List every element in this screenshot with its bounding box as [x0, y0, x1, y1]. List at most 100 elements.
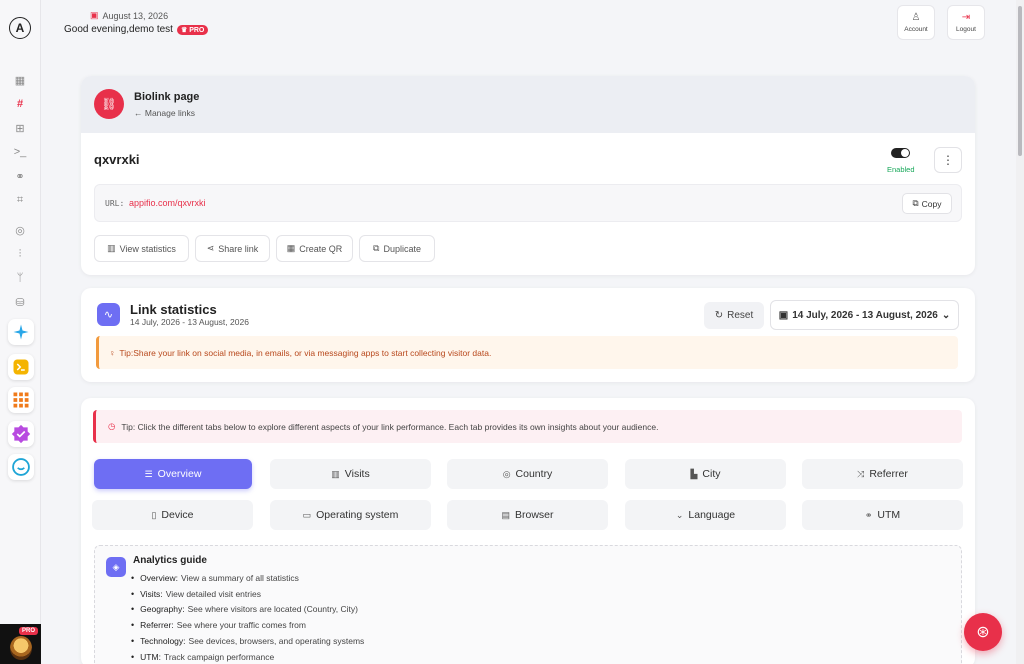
guide-text: View detailed visit entries	[165, 588, 261, 599]
tab-language[interactable]: ⌄ Language	[625, 500, 786, 530]
tab-label: Device	[161, 509, 194, 521]
enabled-toggle[interactable]	[891, 148, 910, 158]
sliders-icon[interactable]: ⫶	[8, 244, 32, 264]
hashtag-icon[interactable]: #	[8, 94, 32, 114]
bar-chart-icon: ▥	[331, 468, 340, 479]
terminal-app-icon[interactable]	[8, 354, 34, 380]
link-statistics-card: ∿ Link statistics 14 July, 2026 - 13 Aug…	[81, 288, 975, 382]
badge-app-icon[interactable]	[8, 421, 34, 447]
dashboard-icon[interactable]: ▦	[8, 70, 32, 90]
date-text: August 13, 2026	[102, 10, 169, 21]
guide-key: Visits:	[140, 588, 163, 599]
logout-button[interactable]: ⇥ Logout	[947, 5, 985, 40]
header-date: ▣ August 13, 2026	[90, 10, 168, 21]
guide-text: Track campaign performance	[163, 651, 275, 662]
arrow-left-icon: ←	[134, 108, 143, 118]
biolink-card-header: ⛓ Biolink page ← Manage links	[81, 76, 975, 133]
help-button[interactable]: ⊛	[964, 613, 1002, 651]
grid-icon[interactable]: ⊞	[8, 118, 32, 138]
tab-referrer[interactable]: ⤨ Referrer	[802, 459, 963, 489]
url-value[interactable]: appifio.com/qxvrxki	[129, 198, 206, 208]
guide-text: See where your traffic comes from	[176, 620, 306, 631]
page-title: Biolink page	[134, 91, 200, 103]
reset-button[interactable]: ↻ Reset	[704, 302, 764, 329]
date-range-picker[interactable]: ▣ 14 July, 2026 - 13 August, 2026 ⌄	[770, 300, 959, 330]
tab-label: Language	[688, 509, 736, 521]
url-box: URL: appifio.com/qxvrxki ⧉ Copy	[94, 184, 962, 222]
create-qr-button[interactable]: ▦ Create QR	[276, 235, 353, 262]
tip-text: Tip:Share your link on social media, in …	[119, 347, 492, 358]
scrollbar-thumb[interactable]	[1018, 6, 1022, 156]
guide-key: Referrer:	[140, 620, 174, 631]
qr-icon[interactable]: ⌗	[8, 190, 32, 210]
duplicate-button[interactable]: ⧉ Duplicate	[359, 235, 435, 262]
user-icon: ♙	[911, 12, 921, 23]
qr-icon: ▦	[286, 243, 296, 253]
globe-icon: ◎	[502, 468, 511, 479]
link-name: qxvrxki	[94, 152, 140, 167]
guide-text: See devices, browsers, and operating sys…	[188, 636, 365, 647]
tab-label: UTM	[877, 509, 901, 521]
manage-links-label: Manage links	[144, 108, 195, 118]
lifebuoy-icon: ⊛	[976, 624, 990, 641]
link-icon[interactable]: ⚭	[8, 166, 32, 186]
globe-icon[interactable]: ◎	[8, 220, 32, 240]
view-statistics-button[interactable]: ▥ View statistics	[94, 235, 189, 262]
tab-browser[interactable]: ▤ Browser	[447, 500, 608, 530]
reset-label: Reset	[727, 310, 754, 321]
share-icon: ⋖	[206, 243, 215, 253]
copy-icon: ⧉	[912, 198, 919, 208]
sparkle-app-icon[interactable]	[8, 319, 34, 345]
list-item: UTM:Track campaign performance	[131, 649, 364, 664]
tab-device[interactable]: ▯ Device	[92, 500, 253, 530]
status-label: Enabled	[887, 165, 915, 174]
analytics-card: ◷ Tip: Click the different tabs below to…	[81, 398, 975, 664]
page-scrollbar[interactable]	[1016, 0, 1024, 664]
manage-links-link[interactable]: ← Manage links	[134, 108, 195, 118]
list-item: Visits:View detailed visit entries	[131, 586, 364, 602]
avatar-image	[10, 636, 32, 660]
refresh-icon: ↻	[714, 310, 724, 321]
building-icon: ▙	[690, 468, 698, 479]
database-icon[interactable]: ⛁	[8, 292, 32, 312]
share-link-button[interactable]: ⋖ Share link	[195, 235, 270, 262]
tab-overview[interactable]: ☰ Overview	[94, 459, 252, 489]
avatar-pro-badge: PRO	[18, 627, 38, 635]
tabs-tip-text: Tip: Click the different tabs below to e…	[121, 421, 659, 432]
view-statistics-label: View statistics	[119, 243, 176, 254]
tab-operating-system[interactable]: ▭ Operating system	[270, 500, 431, 530]
kebab-icon: ⋮	[942, 153, 954, 167]
logout-icon: ⇥	[961, 12, 971, 23]
list-item: Geography:See where visitors are located…	[131, 602, 364, 618]
link-icon: ⚭	[864, 509, 873, 520]
chat-app-icon[interactable]	[8, 454, 34, 480]
pro-badge: ♛ PRO	[176, 24, 209, 35]
guide-text: See where visitors are located (Country,…	[187, 604, 358, 615]
lightbulb-icon: ♀	[109, 347, 116, 358]
guide-title: Analytics guide	[133, 555, 207, 566]
list-item: Overview:View a summary of all statistic…	[131, 570, 364, 586]
avatar[interactable]: PRO	[0, 624, 41, 664]
terminal-icon[interactable]: >_	[8, 142, 32, 162]
copy-button[interactable]: ⧉ Copy	[902, 193, 952, 214]
app-logo[interactable]: A	[9, 17, 31, 39]
tab-visits[interactable]: ▥ Visits	[270, 459, 431, 489]
create-qr-label: Create QR	[299, 243, 343, 254]
list-item: Technology:See devices, browsers, and op…	[131, 633, 364, 649]
duplicate-icon: ⧉	[373, 243, 380, 253]
grid-app-icon[interactable]	[8, 387, 34, 413]
branch-icon[interactable]: ᛘ	[8, 268, 32, 288]
account-button[interactable]: ♙ Account	[897, 5, 935, 40]
more-options-button[interactable]: ⋮	[934, 147, 962, 173]
tab-label: Overview	[157, 468, 202, 480]
pro-badge-label: PRO	[189, 26, 205, 34]
guide-key: Geography:	[140, 604, 185, 615]
tab-utm[interactable]: ⚭ UTM	[802, 500, 963, 530]
tab-city[interactable]: ▙ City	[625, 459, 786, 489]
greeting: Good evening,demo test ♛ PRO	[64, 24, 209, 35]
calendar-icon: ▣	[90, 10, 99, 20]
greeting-text: Good evening,demo test	[64, 24, 173, 35]
account-label: Account	[904, 26, 928, 33]
link-icon: ⛓	[94, 89, 124, 119]
tab-country[interactable]: ◎ Country	[447, 459, 608, 489]
